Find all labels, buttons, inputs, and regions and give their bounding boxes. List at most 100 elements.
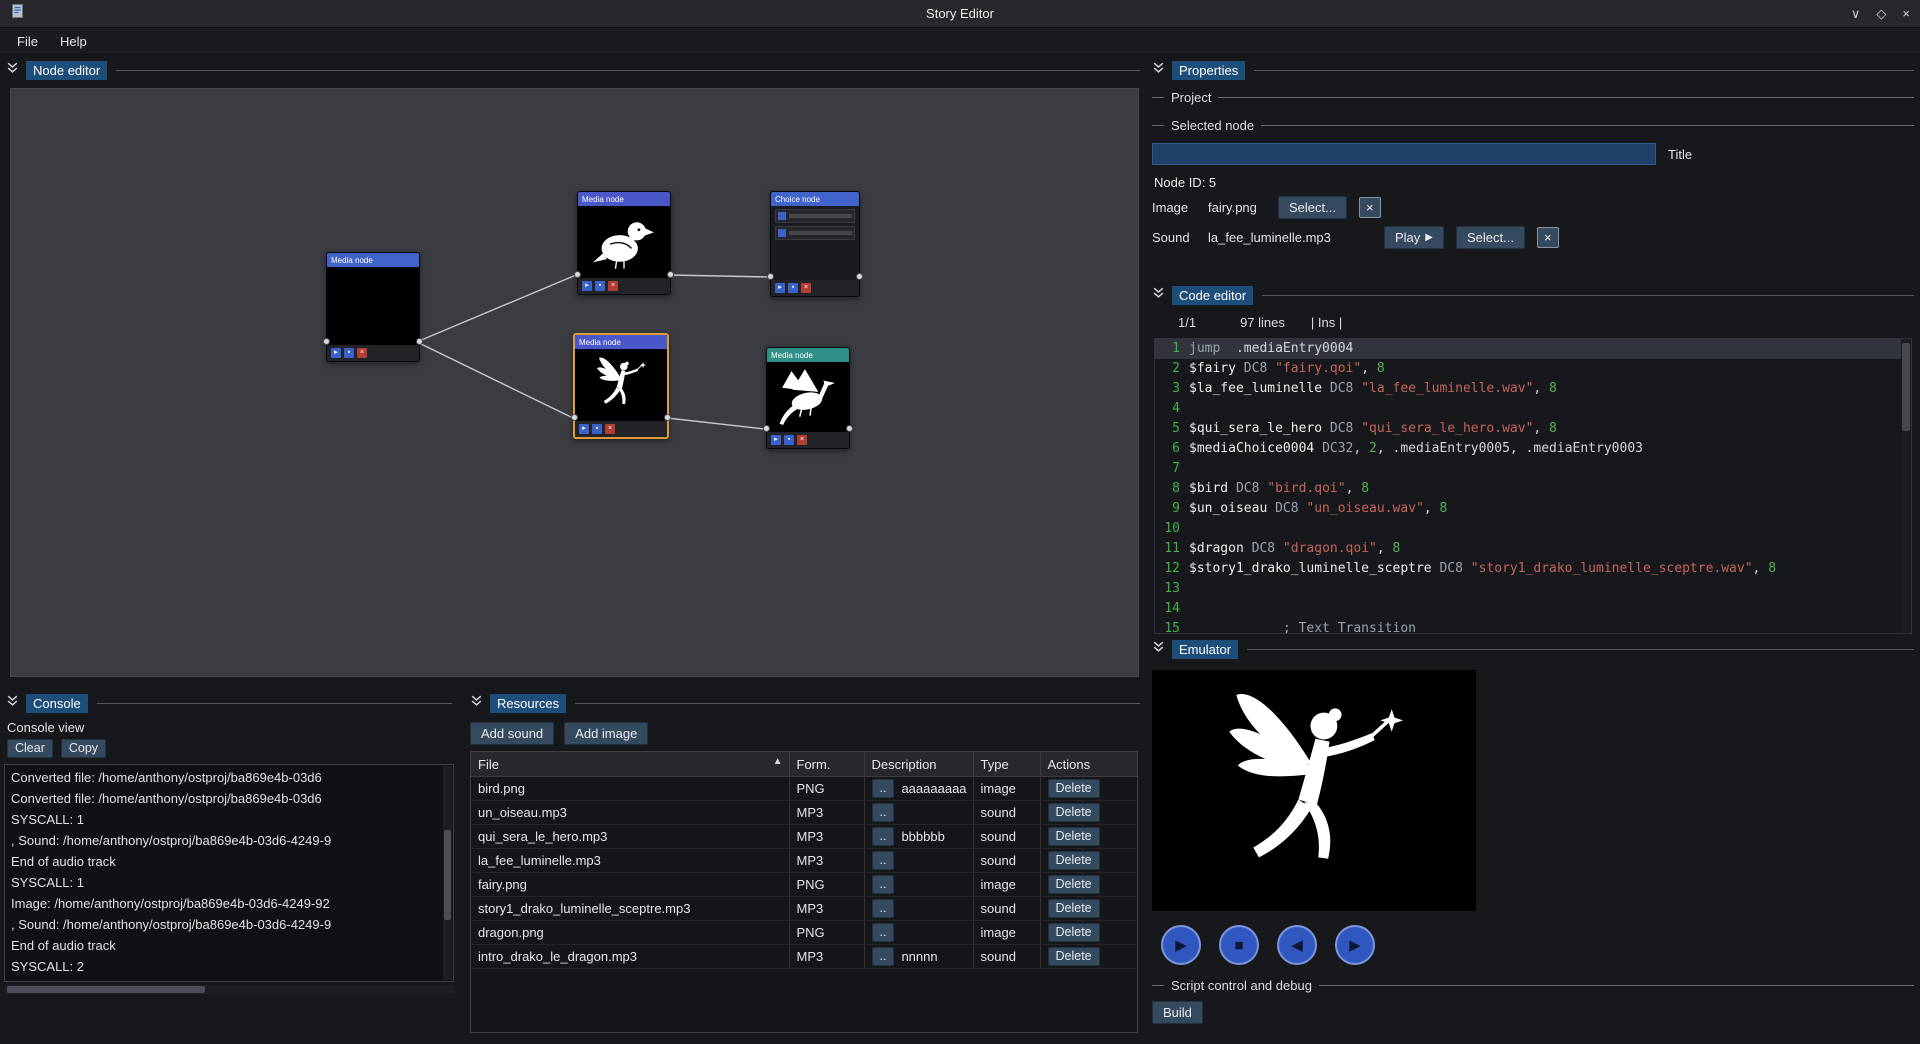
node-stop-icon[interactable]: ▪ — [592, 424, 602, 434]
code-line[interactable]: 15 ; Text Transition — [1155, 619, 1911, 634]
output-pin[interactable] — [856, 273, 863, 280]
node-graph-canvas[interactable]: Media node▸▪×Media node▸▪×Choice node▸▪×… — [10, 88, 1139, 677]
collapse-icon[interactable] — [1152, 61, 1165, 79]
maximize-button[interactable]: ◇ — [1876, 6, 1886, 22]
node-header[interactable]: Choice node — [771, 192, 859, 206]
copy-button[interactable]: Copy — [61, 739, 106, 758]
node-header[interactable]: Media node — [767, 348, 849, 362]
add-sound-button[interactable]: Add sound — [470, 722, 554, 745]
node-play-icon[interactable]: ▸ — [582, 281, 592, 291]
close-button[interactable]: × — [1902, 6, 1910, 22]
code-line[interactable]: 9$un_oiseau DC8 "un_oiseau.wav", 8 — [1155, 499, 1911, 519]
step-forward-button[interactable]: ▶ — [1335, 925, 1375, 965]
input-pin[interactable] — [767, 273, 774, 280]
step-back-button[interactable]: ◀ — [1277, 925, 1317, 965]
node-header[interactable]: Media node — [327, 253, 419, 267]
menu-help[interactable]: Help — [49, 31, 98, 52]
output-pin[interactable] — [846, 425, 853, 432]
column-header-description[interactable]: Description — [864, 752, 973, 777]
menu-file[interactable]: File — [6, 31, 49, 52]
stop-button[interactable]: ■ — [1219, 925, 1259, 965]
graph-node-bird[interactable]: Media node ▸▪× — [577, 191, 671, 295]
column-header-format[interactable]: Form. — [789, 752, 864, 777]
code-line[interactable]: 11$dragon DC8 "dragon.qoi", 8 — [1155, 539, 1911, 559]
collapse-icon[interactable] — [6, 694, 19, 712]
code-line[interactable]: 13 — [1155, 579, 1911, 599]
collapse-icon[interactable] — [6, 61, 19, 79]
delete-button[interactable]: Delete — [1048, 851, 1100, 870]
code-line[interactable]: 14 — [1155, 599, 1911, 619]
collapse-icon[interactable] — [470, 694, 483, 712]
input-pin[interactable] — [323, 338, 330, 345]
input-pin[interactable] — [763, 425, 770, 432]
console-horizontal-scrollbar[interactable] — [4, 985, 454, 994]
code-line[interactable]: 8$bird DC8 "bird.qoi", 8 — [1155, 479, 1911, 499]
choice-option-row[interactable] — [775, 226, 855, 240]
edit-description-button[interactable]: .. — [872, 851, 895, 870]
minimize-button[interactable]: ∨ — [1851, 6, 1861, 22]
image-clear-button[interactable]: × — [1359, 197, 1381, 218]
edit-description-button[interactable]: .. — [872, 779, 895, 798]
delete-button[interactable]: Delete — [1048, 899, 1100, 918]
title-input[interactable] — [1152, 143, 1656, 165]
node-stop-icon[interactable]: ▪ — [595, 281, 605, 291]
clear-button[interactable]: Clear — [7, 739, 53, 758]
node-stop-icon[interactable]: ▪ — [344, 348, 354, 358]
play-button[interactable]: ▶ — [1161, 925, 1201, 965]
image-select-button[interactable]: Select... — [1278, 196, 1347, 219]
node-play-icon[interactable]: ▸ — [771, 435, 781, 445]
code-vertical-scrollbar[interactable] — [1901, 339, 1911, 633]
collapse-icon[interactable] — [1152, 640, 1165, 658]
node-play-icon[interactable]: ▸ — [579, 424, 589, 434]
sound-clear-button[interactable]: × — [1537, 227, 1559, 248]
column-header-type[interactable]: Type — [973, 752, 1040, 777]
input-pin[interactable] — [574, 271, 581, 278]
code-line[interactable]: 4 — [1155, 399, 1911, 419]
output-pin[interactable] — [664, 414, 671, 421]
node-remove-icon[interactable]: × — [605, 424, 615, 434]
code-line[interactable]: 3$la_fee_luminelle DC8 "la_fee_luminelle… — [1155, 379, 1911, 399]
delete-button[interactable]: Delete — [1048, 827, 1100, 846]
delete-button[interactable]: Delete — [1048, 923, 1100, 942]
delete-button[interactable]: Delete — [1048, 803, 1100, 822]
choice-option-row[interactable] — [775, 209, 855, 223]
delete-button[interactable]: Delete — [1048, 875, 1100, 894]
code-line[interactable]: 2$fairy DC8 "fairy.qoi", 8 — [1155, 359, 1911, 379]
node-play-icon[interactable]: ▸ — [331, 348, 341, 358]
column-header-file[interactable]: File▲ — [471, 752, 789, 777]
edit-description-button[interactable]: .. — [872, 875, 895, 894]
edit-description-button[interactable]: .. — [872, 827, 895, 846]
code-line[interactable]: 7 — [1155, 459, 1911, 479]
output-pin[interactable] — [667, 271, 674, 278]
scrollbar-thumb[interactable] — [7, 986, 205, 993]
code-line[interactable]: 6$mediaChoice0004 DC32, 2, .mediaEntry00… — [1155, 439, 1911, 459]
graph-node-choice[interactable]: Choice node ▸▪× — [770, 191, 860, 297]
edit-description-button[interactable]: .. — [872, 803, 895, 822]
code-line[interactable]: 5$qui_sera_le_hero DC8 "qui_sera_le_hero… — [1155, 419, 1911, 439]
edit-description-button[interactable]: .. — [872, 923, 895, 942]
code-line[interactable]: 1jump .mediaEntry0004 — [1155, 339, 1911, 359]
console-vertical-scrollbar[interactable] — [443, 766, 452, 980]
scrollbar-thumb[interactable] — [444, 830, 451, 920]
node-remove-icon[interactable]: × — [357, 348, 367, 358]
code-line[interactable]: 12$story1_drako_luminelle_sceptre DC8 "s… — [1155, 559, 1911, 579]
input-pin[interactable] — [571, 414, 578, 421]
node-remove-icon[interactable]: × — [797, 435, 807, 445]
add-image-button[interactable]: Add image — [564, 722, 648, 745]
node-header[interactable]: Media node — [578, 192, 670, 206]
node-remove-icon[interactable]: × — [801, 283, 811, 293]
graph-node-intro[interactable]: Media node ▸▪× — [326, 252, 420, 362]
output-pin[interactable] — [416, 338, 423, 345]
graph-node-dragon[interactable]: Media node ▸▪× — [766, 347, 850, 449]
edit-description-button[interactable]: .. — [872, 947, 895, 966]
graph-node-fairy[interactable]: Media node ▸▪× — [573, 333, 669, 439]
sound-play-button[interactable]: Play▶ — [1384, 226, 1444, 249]
node-header[interactable]: Media node — [575, 335, 667, 349]
delete-button[interactable]: Delete — [1048, 947, 1100, 966]
build-button[interactable]: Build — [1152, 1001, 1203, 1024]
node-remove-icon[interactable]: × — [608, 281, 618, 291]
node-stop-icon[interactable]: ▪ — [784, 435, 794, 445]
node-play-icon[interactable]: ▸ — [775, 283, 785, 293]
edit-description-button[interactable]: .. — [872, 899, 895, 918]
node-stop-icon[interactable]: ▪ — [788, 283, 798, 293]
